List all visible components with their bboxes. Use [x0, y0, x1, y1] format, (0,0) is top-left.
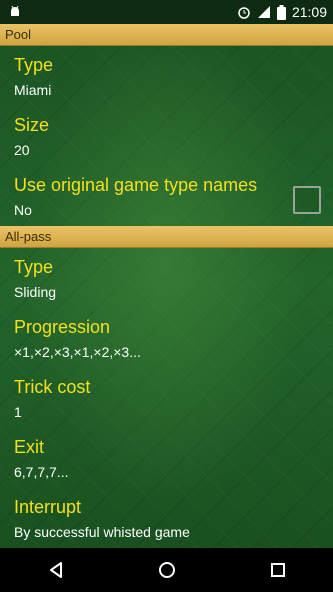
battery-icon: [276, 4, 286, 20]
section-header-pool: Pool: [0, 24, 333, 46]
pref-summary: ×1,×2,×3,×1,×2,×3...: [14, 344, 141, 360]
pref-title: Progression: [14, 317, 111, 337]
pref-title: Type: [14, 257, 54, 277]
pref-summary: Miami: [14, 82, 52, 98]
signal-icon: [257, 5, 271, 19]
preferences-list[interactable]: Pool Type Miami Size 20 Use original gam…: [0, 24, 333, 548]
pref-summary: 1: [14, 404, 22, 420]
alarm-icon: [237, 5, 251, 19]
pref-summary: 6,7,7,7...: [14, 464, 69, 480]
pref-pool-size[interactable]: Size 20: [0, 106, 333, 166]
pref-summary: Sliding: [14, 284, 57, 300]
navigation-bar: [0, 548, 333, 592]
status-time: 21:09: [291, 4, 327, 20]
pref-title: Exit: [14, 437, 45, 457]
pref-trick-cost[interactable]: Trick cost 1: [0, 368, 333, 428]
pref-title: Use original game type names: [14, 175, 258, 195]
original-names-checkbox[interactable]: [293, 186, 321, 214]
recents-icon[interactable]: [270, 562, 286, 578]
pref-title: Trick cost: [14, 377, 91, 397]
pref-allpass-type[interactable]: Type Sliding: [0, 248, 333, 308]
pref-title: Size: [14, 115, 50, 135]
home-icon[interactable]: [158, 561, 176, 579]
pref-original-names[interactable]: Use original game type names No: [0, 166, 333, 226]
pref-summary: 20: [14, 142, 30, 158]
status-bar: 21:09: [0, 0, 333, 24]
back-icon[interactable]: [47, 561, 65, 579]
pref-pool-type[interactable]: Type Miami: [0, 46, 333, 106]
pref-progression[interactable]: Progression ×1,×2,×3,×1,×2,×3...: [0, 308, 333, 368]
pref-summary: By successful whisted game: [14, 524, 190, 540]
android-debug-icon: [8, 5, 22, 19]
pref-title: Type: [14, 55, 54, 75]
section-header-all-pass: All-pass: [0, 226, 333, 248]
pref-title: Interrupt: [14, 497, 82, 517]
pref-summary: No: [14, 202, 32, 218]
pref-exit[interactable]: Exit 6,7,7,7...: [0, 428, 333, 488]
pref-interrupt[interactable]: Interrupt By successful whisted game: [0, 488, 333, 548]
